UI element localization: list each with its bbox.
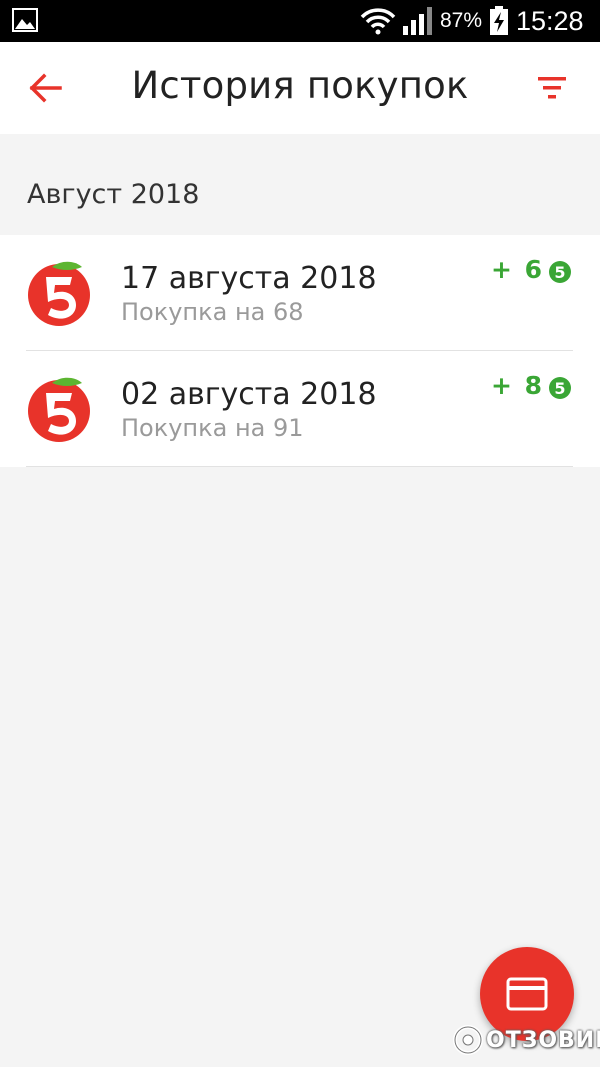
battery-percent: 87%	[440, 9, 483, 32]
pyaterochka-logo-icon	[28, 261, 90, 326]
list-item[interactable]: 02 августа 2018 Покупка на 91 + 8 5	[0, 351, 600, 467]
status-bar: 87% 15:28	[0, 0, 600, 42]
wifi-icon	[360, 8, 396, 35]
points-badge-text: 5	[554, 263, 565, 282]
battery-charging-icon	[490, 6, 508, 35]
app-bar: История покупок	[0, 42, 600, 134]
watermark: ОТЗОВИК	[452, 1024, 600, 1058]
otzovik-logo-icon	[453, 1025, 483, 1055]
purchase-date: 02 августа 2018	[121, 377, 377, 412]
purchase-amount: Покупка на 68	[121, 298, 304, 326]
points-earned: + 8	[490, 371, 544, 400]
divider	[26, 466, 573, 467]
clock: 15:28	[516, 6, 584, 36]
signal-icon	[403, 7, 432, 35]
purchase-list: 17 августа 2018 Покупка на 68 + 6 5 02 а…	[0, 235, 600, 467]
gallery-icon	[12, 8, 38, 32]
section-header-month: Август 2018	[27, 179, 200, 210]
points-badge-text: 5	[554, 379, 565, 398]
points-coin-icon: 5	[549, 377, 571, 399]
card-icon	[506, 977, 548, 1011]
page-title: История покупок	[131, 64, 469, 107]
points-earned: + 6	[490, 255, 544, 284]
pyaterochka-logo-icon	[28, 377, 90, 442]
watermark-text: ОТЗОВИК	[486, 1028, 600, 1053]
list-item[interactable]: 17 августа 2018 Покупка на 68 + 6 5	[0, 235, 600, 351]
filter-icon[interactable]	[530, 70, 574, 106]
purchase-date: 17 августа 2018	[121, 261, 377, 296]
points-coin-icon: 5	[549, 261, 571, 283]
purchase-amount: Покупка на 91	[121, 414, 304, 442]
